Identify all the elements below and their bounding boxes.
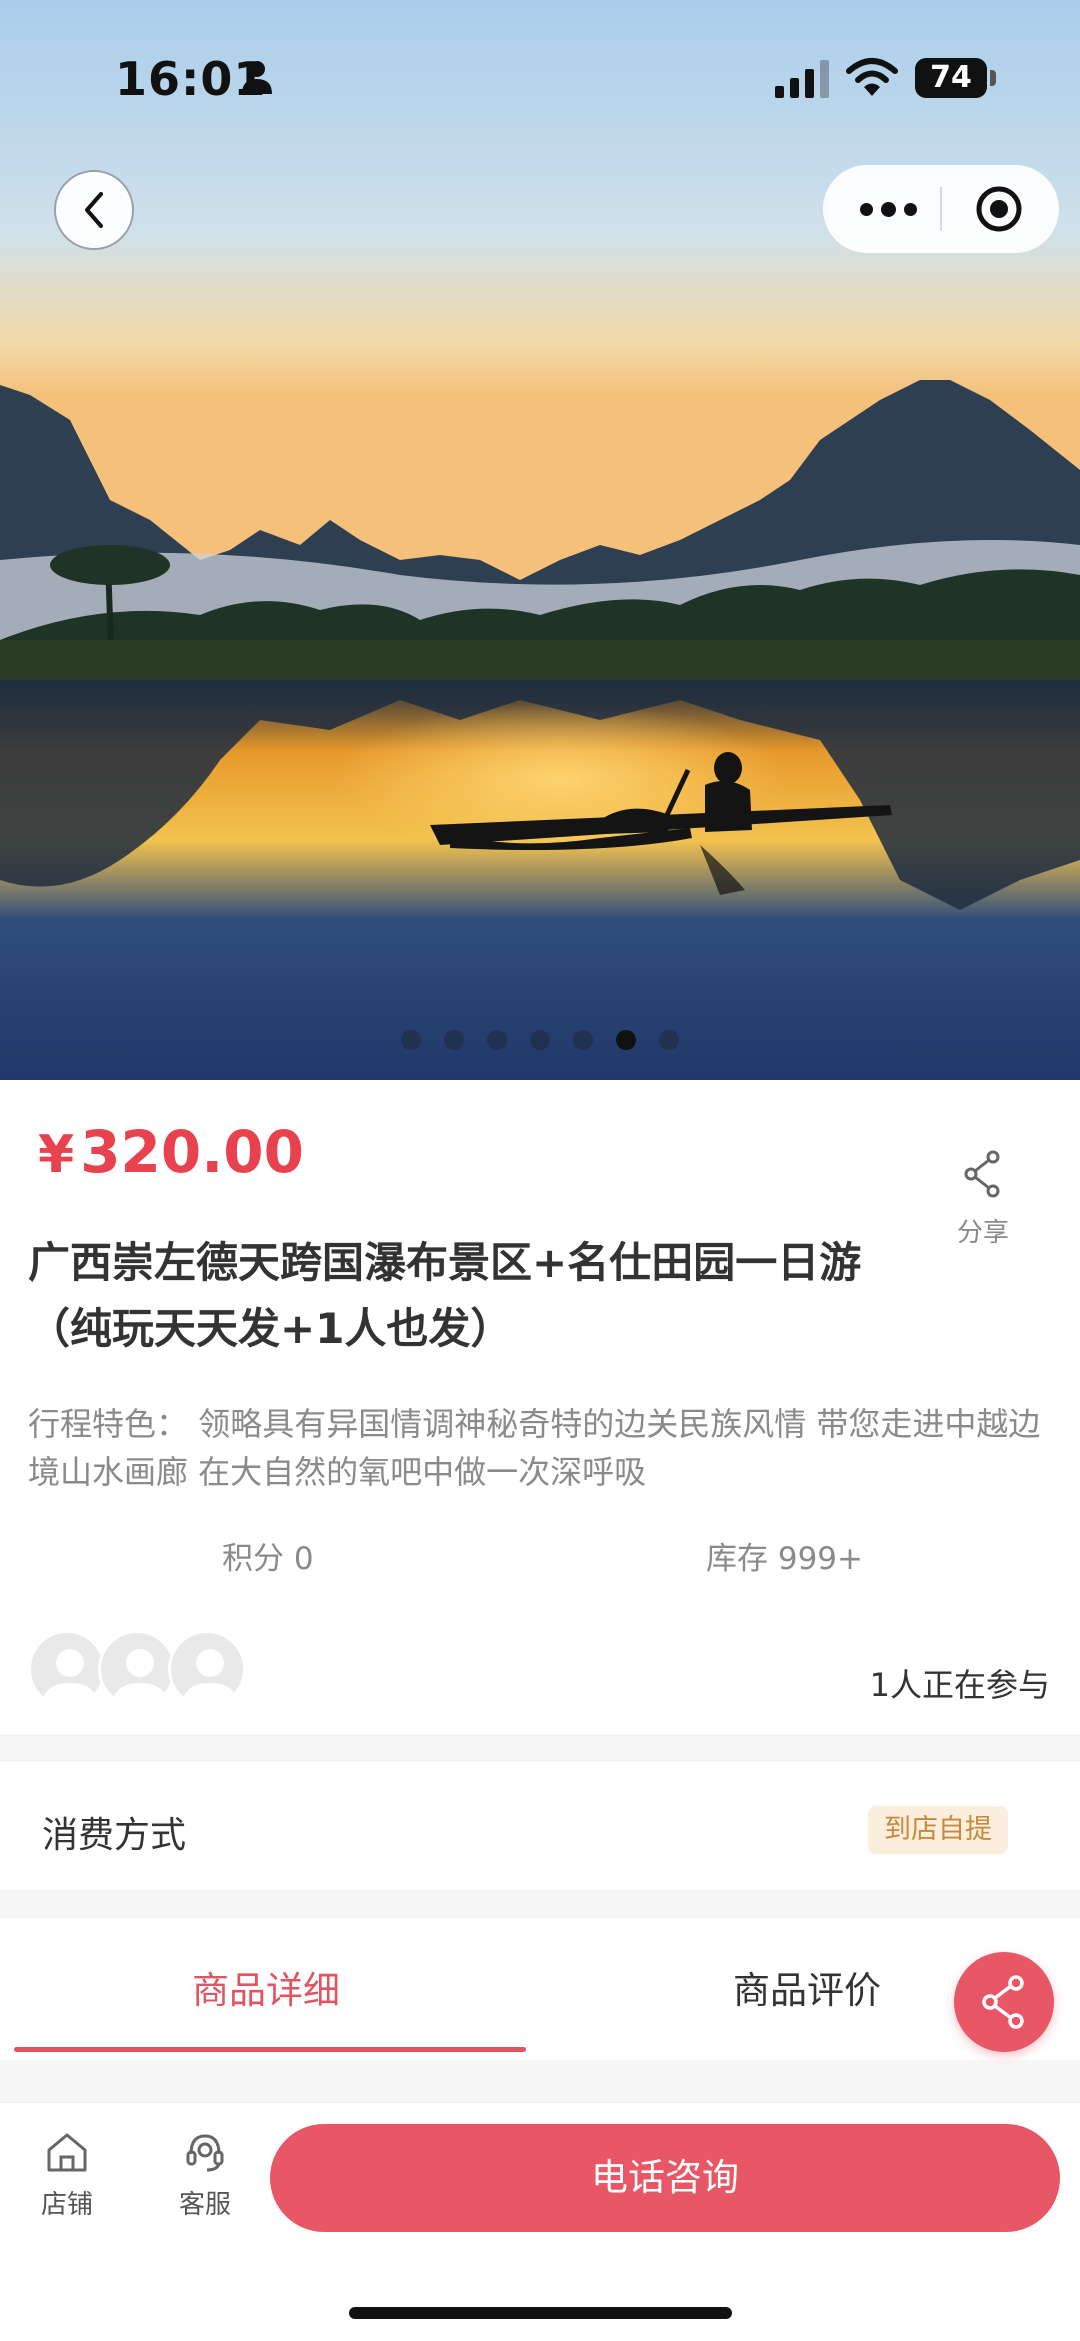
chevron-left-icon [85, 192, 103, 228]
participant-avatars [28, 1630, 258, 1710]
tab-product-reviews[interactable]: 商品评价 [733, 1960, 881, 2014]
status-bar: 16:01 74 [0, 0, 1080, 150]
landscape-photo [0, 0, 1080, 1080]
consumption-method-badge: 到店自提 [868, 1806, 1008, 1854]
stock-info: 库存 999+ [706, 1541, 863, 1577]
points-info: 积分 0 [222, 1541, 314, 1577]
avatar [168, 1630, 246, 1708]
tab-product-details[interactable]: 商品详细 [192, 1960, 340, 2014]
share-label: 分享 [956, 1218, 1009, 1248]
product-price: ¥320.00 [38, 1118, 304, 1186]
capsule-divider [940, 187, 942, 231]
more-dot-icon [859, 202, 873, 216]
battery-icon: 74 [915, 58, 987, 98]
person-icon [242, 61, 272, 94]
section-divider [0, 1890, 1080, 1918]
avatar [98, 1630, 176, 1708]
nav-service-label: 客服 [178, 2190, 231, 2220]
nav-store-label: 店铺 [40, 2190, 93, 2220]
battery-nub [990, 70, 996, 86]
avatar-placeholder-icon [181, 1649, 239, 1705]
customer-service-icon [186, 2134, 224, 2172]
price-currency: ¥ [38, 1125, 75, 1185]
product-description: 行程特色： 领略具有异国情调神秘奇特的边关民族风情 带您走进中越边境山水画廊 在… [28, 1400, 1058, 1496]
carousel-dot[interactable] [401, 1030, 421, 1050]
active-tab-indicator [14, 2047, 526, 2052]
more-dot-icon [903, 202, 917, 216]
more-options-button[interactable] [853, 189, 923, 229]
share-icon [982, 1975, 1024, 2029]
description-label: 行程特色： [28, 1405, 189, 1443]
carousel-dot[interactable] [487, 1030, 507, 1050]
share-button[interactable]: 分享 [950, 1150, 1016, 1249]
hero-image[interactable]: 16:01 74 [0, 0, 1080, 1080]
close-mini-program-icon[interactable] [975, 185, 1023, 233]
carousel-dot[interactable] [659, 1030, 679, 1050]
carousel-dot[interactable] [530, 1030, 550, 1050]
avatar-placeholder-icon [111, 1649, 169, 1705]
phone-consult-button[interactable]: 电话咨询 [270, 2124, 1060, 2232]
participants-count: 1人正在参与 [869, 1666, 1050, 1704]
product-title-line1: 广西崇左德天跨国瀑布景区+名仕田园一日游 [28, 1238, 862, 1287]
cellular-signal-icon [775, 60, 829, 98]
carousel-indicator [0, 1030, 1080, 1050]
carousel-dot[interactable] [616, 1030, 636, 1050]
section-divider [0, 1734, 1080, 1762]
nav-service-button[interactable]: 客服 [168, 2130, 242, 2221]
carousel-dot[interactable] [573, 1030, 593, 1050]
consumption-method-label: 消费方式 [42, 1815, 187, 1856]
mini-program-capsule [823, 165, 1059, 253]
share-icon [964, 1150, 1000, 1198]
battery-level: 74 [930, 60, 972, 95]
back-button[interactable] [54, 170, 134, 250]
nav-store-button[interactable]: 店铺 [30, 2130, 104, 2221]
section-divider [0, 2060, 1080, 2102]
home-indicator[interactable] [349, 2307, 732, 2319]
product-title: 广西崇左德天跨国瀑布景区+名仕田园一日游 （纯玩天天发+1人也发） [28, 1230, 928, 1362]
carousel-dot[interactable] [444, 1030, 464, 1050]
price-value: 320.00 [80, 1118, 305, 1186]
wifi-icon [846, 58, 898, 96]
home-store-icon [47, 2133, 87, 2172]
avatar-placeholder-icon [41, 1649, 99, 1705]
floating-share-button[interactable] [954, 1952, 1054, 2052]
product-title-line2: （纯玩天天发+1人也发） [28, 1304, 513, 1353]
more-dot-icon [880, 201, 896, 217]
avatar [28, 1630, 106, 1708]
